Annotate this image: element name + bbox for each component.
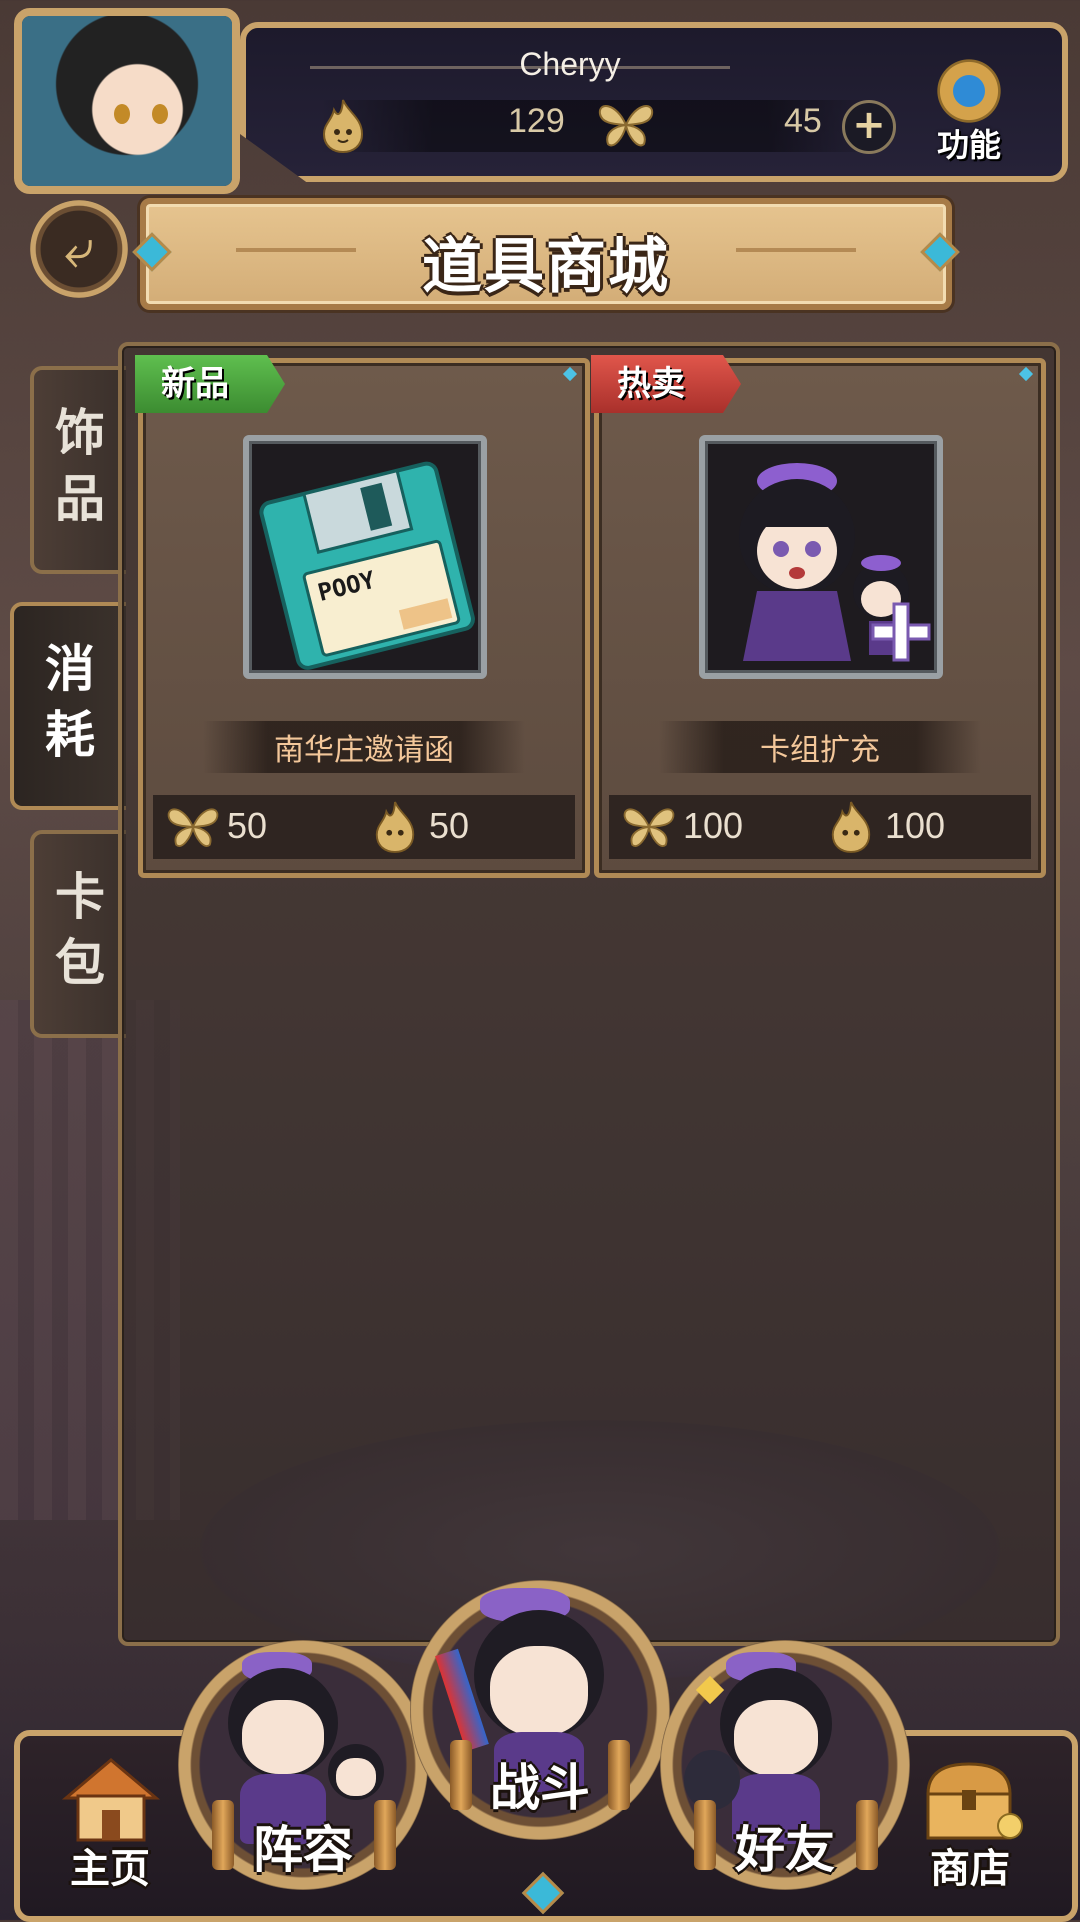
avatar-eye-left — [114, 104, 130, 124]
flame-currency-icon — [322, 99, 364, 154]
card-gem-ornament — [562, 366, 578, 382]
nav-home[interactable]: 主页 — [50, 1750, 170, 1900]
item-name: 卡组扩充 — [760, 733, 880, 768]
item-name: 南华庄邀请函 — [274, 733, 454, 768]
new-item-tag: 新品 — [135, 355, 285, 413]
floppy-disk-icon: POOY — [259, 461, 475, 670]
nav-friends[interactable]: 好友 — [660, 1640, 910, 1890]
butterfly-price: 50 — [227, 805, 268, 846]
back-button[interactable]: ⤶ — [30, 200, 128, 298]
flame-price: 100 — [885, 805, 946, 846]
title-banner: 道具商城 — [140, 198, 952, 310]
add-currency-button[interactable]: + — [842, 100, 896, 154]
hot-item-tag: 热卖 — [591, 355, 741, 413]
nav-lineup[interactable]: 阵容 — [178, 1640, 428, 1890]
tab-consumables[interactable]: 消 耗 — [10, 602, 126, 810]
treasure-chest-icon — [926, 1762, 1023, 1840]
tab-card-packs[interactable]: 卡 包 — [30, 830, 126, 1038]
page-title: 道具商城 — [422, 232, 670, 302]
flame-price: 50 — [429, 805, 470, 846]
tab-accessories-label: 饰 品 — [55, 404, 105, 528]
function-button[interactable]: 功能 — [926, 48, 1012, 164]
butterfly-currency-value: 45 — [784, 102, 822, 140]
butterfly-price-icon — [167, 808, 219, 847]
back-arrow-icon: ⤶ — [63, 217, 95, 280]
shop-item-card[interactable]: 热卖 卡组扩充 100 100 — [591, 355, 1046, 878]
butterfly-currency-icon — [598, 105, 654, 147]
nav-friends-label: 好友 — [735, 1821, 835, 1879]
avatar-eye-right — [152, 104, 168, 124]
player-name: Cheryy — [519, 46, 621, 82]
deck-expand-icon — [739, 463, 931, 662]
star-icon — [695, 1675, 725, 1705]
nav-lineup-label: 阵容 — [253, 1821, 353, 1879]
butterfly-price-icon — [623, 808, 675, 847]
tab-card-packs-label: 卡 包 — [55, 868, 105, 992]
small-chibi-face — [336, 1758, 376, 1796]
tab-consumables-label: 消 耗 — [45, 640, 95, 764]
gear-icon — [926, 48, 1012, 134]
chibi-face — [242, 1700, 324, 1774]
chibi-face — [734, 1700, 818, 1776]
tab-accessories[interactable]: 饰 品 — [30, 366, 126, 574]
player-avatar[interactable] — [14, 8, 240, 194]
shop-item-card[interactable]: 新品 POOY 南华庄邀请函 50 50 — [135, 355, 590, 878]
nav-battle[interactable]: 战斗 — [410, 1580, 670, 1840]
item-icon-frame: POOY — [243, 435, 487, 679]
chibi-face — [490, 1646, 588, 1736]
flame-currency-value: 129 — [508, 102, 565, 140]
flame-price-icon — [831, 801, 871, 853]
house-icon — [61, 1758, 161, 1842]
nav-home-label: 主页 — [70, 1846, 150, 1892]
avatar-portrait — [22, 16, 232, 186]
butterfly-price: 100 — [683, 805, 744, 846]
item-icon-frame — [699, 435, 943, 679]
nav-shop[interactable]: 商店 — [910, 1750, 1030, 1900]
nav-shop-label: 商店 — [930, 1846, 1010, 1892]
nav-battle-label: 战斗 — [490, 1759, 590, 1817]
card-gem-ornament — [1018, 366, 1034, 382]
flame-price-icon — [375, 801, 415, 853]
